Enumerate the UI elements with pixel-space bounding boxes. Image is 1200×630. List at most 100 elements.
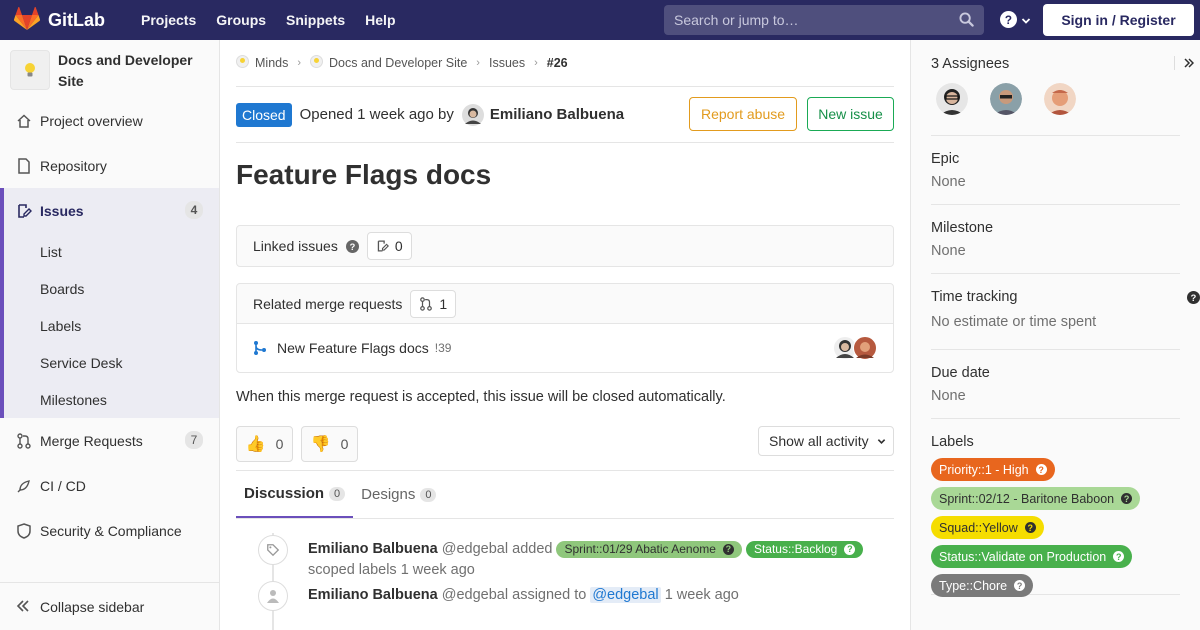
- label-sprint[interactable]: Sprint::02/12 - Baritone Baboon ?: [931, 487, 1141, 510]
- nav-help[interactable]: Help: [355, 12, 405, 28]
- user-mention[interactable]: @edgebal: [590, 587, 661, 603]
- help-dropdown[interactable]: ?: [1000, 11, 1031, 31]
- tab-count: 0: [329, 486, 346, 501]
- thumbs-down-button[interactable]: 👎 0: [301, 425, 358, 462]
- tab-label: Discussion: [244, 485, 325, 502]
- thumbs-up-button[interactable]: 👍 0: [236, 425, 293, 462]
- assignees-title: 3 Assignees: [931, 56, 1010, 72]
- sidebar-item-project-overview[interactable]: Project overview: [0, 98, 219, 143]
- search-input[interactable]: [674, 12, 954, 28]
- breadcrumb-project[interactable]: Docs and Developer Site ›: [310, 55, 489, 71]
- submenu-milestones[interactable]: Milestones: [0, 381, 219, 418]
- event-author[interactable]: Emiliano Balbuena: [308, 541, 438, 557]
- collapse-sidebar-button[interactable]: Collapse sidebar: [0, 582, 219, 630]
- avatar[interactable]: [1043, 83, 1076, 115]
- nav-groups[interactable]: Groups: [206, 12, 276, 28]
- right-sidebar: 3 Assignees Epic None Milestone None Tim…: [910, 40, 1200, 630]
- user-icon: [258, 581, 288, 611]
- label-squad[interactable]: Squad::Yellow ?: [931, 516, 1044, 539]
- related-count[interactable]: 1: [410, 289, 457, 318]
- sidebar-item-repository[interactable]: Repository: [0, 143, 219, 188]
- issues-icon: [376, 239, 389, 253]
- submenu-boards[interactable]: Boards: [0, 270, 219, 307]
- sidebar-item-merge-requests[interactable]: Merge Requests 7: [0, 418, 219, 463]
- awards-bar: 👍 0 👎 0 Show all activity: [236, 417, 894, 471]
- submenu-labels[interactable]: Labels: [0, 307, 219, 344]
- tab-designs[interactable]: Designs 0: [353, 471, 444, 518]
- linked-issues-count[interactable]: 0: [366, 232, 412, 260]
- avatar[interactable]: [989, 83, 1022, 115]
- new-issue-button[interactable]: New issue: [807, 97, 894, 131]
- question-icon[interactable]: ?: [1187, 291, 1200, 304]
- search-icon[interactable]: [959, 12, 974, 30]
- help-icon: ?: [1000, 11, 1017, 31]
- count: 0: [394, 238, 403, 254]
- event-handle[interactable]: @edgebal: [442, 541, 508, 557]
- epic-section: Epic None: [931, 136, 1180, 205]
- gitlab-home-link[interactable]: GitLab: [13, 6, 105, 34]
- collapse-right-sidebar-icon[interactable]: [1174, 56, 1194, 70]
- tab-discussion[interactable]: Discussion 0: [236, 471, 354, 518]
- issues-icon: [16, 203, 32, 219]
- merge-request-icon: [419, 296, 433, 311]
- top-navbar: GitLab Projects Groups Snippets Help ? S…: [0, 0, 1200, 40]
- sidebar-item-security[interactable]: Security & Compliance: [0, 508, 219, 553]
- event-handle[interactable]: @edgebal: [442, 587, 508, 603]
- chevron-down-icon: [877, 437, 886, 446]
- question-icon[interactable]: ?: [345, 239, 359, 253]
- label-type[interactable]: Type::Chore ?: [931, 574, 1034, 597]
- related-mr-row[interactable]: New Feature Flags docs !39: [237, 324, 893, 372]
- nav-snippets[interactable]: Snippets: [276, 12, 355, 28]
- submenu-service-desk[interactable]: Service Desk: [0, 344, 219, 381]
- event-tail: scoped labels 1 week ago: [308, 562, 475, 578]
- time-tracking-value: No estimate or time spent: [931, 314, 1097, 330]
- sidebar-item-issues[interactable]: Issues 4: [0, 188, 219, 233]
- sign-in-register-button[interactable]: Sign in / Register: [1043, 4, 1194, 36]
- breadcrumb-minds[interactable]: Minds ›: [236, 55, 310, 71]
- label-text: Status::Backlog: [753, 541, 838, 556]
- issue-title: Feature Flags docs: [236, 159, 492, 190]
- report-abuse-button[interactable]: Report abuse: [689, 97, 797, 131]
- avatar[interactable]: [936, 83, 968, 115]
- bulb-icon: [310, 55, 324, 71]
- label-text: Status::Validate on Production: [939, 549, 1107, 564]
- due-date-title: Due date: [931, 365, 990, 381]
- nav-projects[interactable]: Projects: [131, 12, 206, 28]
- author-avatar[interactable]: [461, 103, 484, 126]
- due-date-section: Due date None: [931, 350, 1180, 419]
- inline-label-sprint[interactable]: Sprint::01/29 Abatic Aenome ?: [556, 540, 742, 558]
- issue-meta: Opened 1 week ago by Emiliano Balbuena: [299, 103, 624, 126]
- submenu-list[interactable]: List: [0, 233, 219, 270]
- timeline-event: Emiliano Balbuena @edgebal assigned to @…: [236, 581, 894, 611]
- question-icon: ?: [1014, 580, 1026, 591]
- mr-reference: !39: [434, 341, 452, 355]
- search-box[interactable]: [664, 5, 984, 35]
- sidebar-item-label: Merge Requests: [40, 432, 143, 449]
- doc-icon: [16, 157, 32, 174]
- status-badge: Closed: [236, 102, 292, 127]
- issues-submenu: List Boards Labels Service Desk Mileston…: [0, 233, 219, 418]
- avatar[interactable]: [853, 336, 877, 360]
- mr-title[interactable]: New Feature Flags docs: [277, 340, 429, 356]
- label-priority[interactable]: Priority::1 - High ?: [931, 458, 1055, 481]
- tag-icon: [258, 535, 288, 565]
- event-author[interactable]: Emiliano Balbuena: [308, 587, 438, 603]
- event-action: assigned to: [512, 587, 587, 603]
- related-label: Related merge requests: [253, 295, 403, 312]
- auto-close-note: When this merge request is accepted, thi…: [236, 389, 726, 405]
- chevron-down-icon: [1021, 13, 1031, 29]
- breadcrumb-current[interactable]: #26: [547, 56, 568, 70]
- sidebar-item-ci-cd[interactable]: CI / CD: [0, 463, 219, 508]
- time-tracking-section: Time tracking ? No estimate or time spen…: [931, 274, 1200, 350]
- inline-label-status[interactable]: Status::Backlog ?: [745, 540, 864, 558]
- opened-text: Opened 1 week ago by: [299, 106, 454, 123]
- event-action: added: [512, 541, 553, 557]
- assignees-section: 3 Assignees: [931, 40, 1194, 136]
- activity-filter-dropdown[interactable]: Show all activity: [758, 426, 894, 456]
- labels-section: Labels Priority::1 - High ? Sprint::02/1…: [931, 419, 1180, 597]
- issue-tabs: Discussion 0 Designs 0: [236, 471, 894, 519]
- breadcrumb-issues[interactable]: Issues ›: [489, 56, 547, 70]
- project-header[interactable]: Docs and Developer Site: [0, 40, 219, 98]
- author-name[interactable]: Emiliano Balbuena: [490, 106, 624, 123]
- label-status[interactable]: Status::Validate on Production ?: [931, 545, 1133, 568]
